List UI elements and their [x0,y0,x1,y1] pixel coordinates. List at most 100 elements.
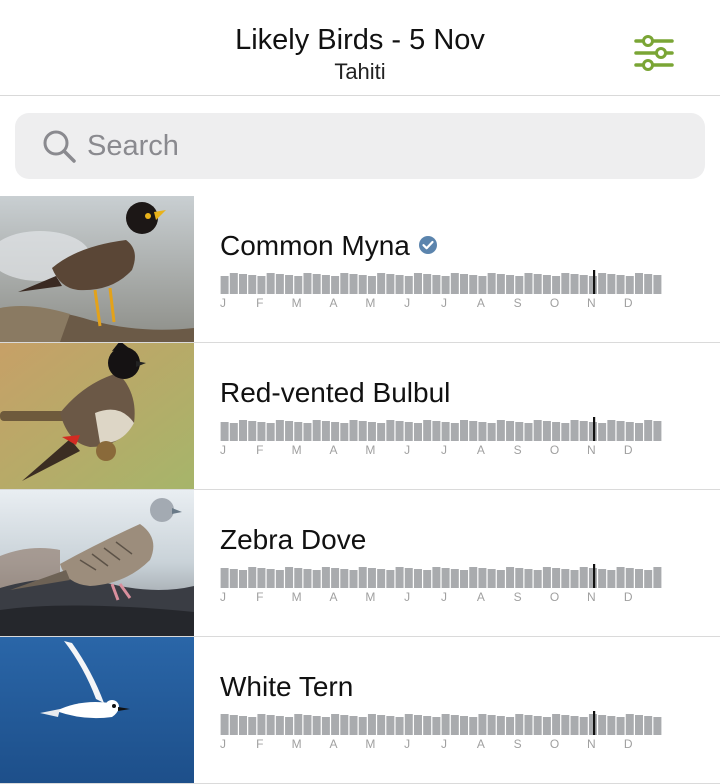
zebra-dove-photo [0,490,194,636]
frequency-bar [358,567,367,588]
month-label: N [586,590,596,604]
month-label: J [404,590,411,604]
frequency-bar [469,275,478,294]
frequency-bar [377,423,386,441]
frequency-bar [441,714,450,735]
bird-list: Common Myna JFMAMJJASOND Red-vented Bulb… [0,196,720,784]
frequency-bar [598,715,607,735]
list-item[interactable]: Red-vented Bulbul J F M A M J J A S O N D [0,343,720,490]
list-item[interactable]: Zebra Dove J F M A M J J A S O N D [0,490,720,637]
frequency-bar [358,421,367,441]
month-label: J [404,443,411,457]
month-label: M [365,590,376,604]
frequency-bar [598,273,607,294]
frequency-bar [331,422,340,441]
list-item[interactable]: Common Myna J F M A M J J A S O N D [0,196,720,343]
month-label: N [586,443,596,457]
month-label: J [220,737,226,751]
frequency-bar [248,421,257,441]
month-label: J [404,737,411,751]
frequency-bar [386,570,395,588]
frequency-bar [377,569,386,588]
frequency-bar [266,423,275,441]
frequency-bar [423,716,432,735]
frequency-bar [552,568,561,588]
frequency-bar [266,715,275,735]
month-label: A [329,737,338,751]
frequency-bar [275,420,284,441]
month-label: D [623,443,633,457]
month-label: S [513,296,522,310]
frequency-bar [561,569,570,588]
frequency-bar [552,276,561,294]
month-label: M [365,443,376,457]
frequency-bar [561,715,570,735]
frequency-bar [469,567,478,588]
frequency-bar [229,423,238,441]
frequency-bar [450,715,459,735]
frequency-bar [358,275,367,294]
frequency-bar [395,275,404,294]
frequency-bar [312,570,321,588]
filter-button[interactable] [628,30,680,76]
frequency-bar [423,420,432,441]
frequency-bar [515,568,524,588]
frequency-bar [386,420,395,441]
frequency-bar [404,276,413,294]
month-labels: JFMAMJJASOND [220,296,662,310]
month-labels: JFMAMJJASOND [220,737,662,751]
frequency-bar [515,714,524,735]
frequency-bar [644,570,653,588]
bird-name: Zebra Dove [220,524,367,555]
frequency-bar [257,276,266,294]
month-label: F [256,590,264,604]
frequency-bar [367,714,376,735]
search-input[interactable] [87,123,687,169]
frequency-bar [496,716,505,735]
month-label: M [365,296,376,310]
frequency-bar [469,421,478,441]
month-label: O [549,590,560,604]
frequency-bar [588,422,597,441]
month-label: M [365,737,376,751]
frequency-bar [285,421,294,441]
month-label: J [220,443,226,457]
frequency-bar [524,423,533,441]
month-label: A [329,443,338,457]
list-item[interactable]: White Tern J F M A M J J A S O N D [0,637,720,784]
month-label: O [549,443,560,457]
frequency-bar [266,569,275,588]
frequency-bar [598,569,607,588]
frequency-bar [239,570,248,588]
month-label: A [476,443,485,457]
frequency-bar [515,422,524,441]
month-label: O [549,737,560,751]
current-date-marker [593,564,596,588]
frequency-bar [634,715,643,735]
month-label: S [513,443,522,457]
frequency-bar [312,716,321,735]
frequency-bar [294,714,303,735]
frequency-bar [542,567,551,588]
frequency-bar [634,423,643,441]
bird-name: Red-vented Bulbul [220,377,451,408]
frequency-bar [340,273,349,294]
month-labels: JFMAMJJASOND [220,443,662,457]
frequency-bar [404,568,413,588]
frequency-bar [432,567,441,588]
frequency-bar [331,276,340,294]
frequency-bar [496,420,505,441]
current-date-marker [593,711,596,735]
frequency-bar [607,420,616,441]
month-label: J [220,296,226,310]
frequency-bar [331,568,340,588]
search-bar[interactable] [15,113,705,179]
frequency-bar [644,274,653,294]
frequency-bar [395,421,404,441]
page-title: Likely Birds - 5 Nov [235,24,485,56]
frequency-bars [220,564,662,588]
frequency-bar [625,714,634,735]
frequency-bar [561,273,570,294]
frequency-bar [634,569,643,588]
frequency-bar [312,274,321,294]
